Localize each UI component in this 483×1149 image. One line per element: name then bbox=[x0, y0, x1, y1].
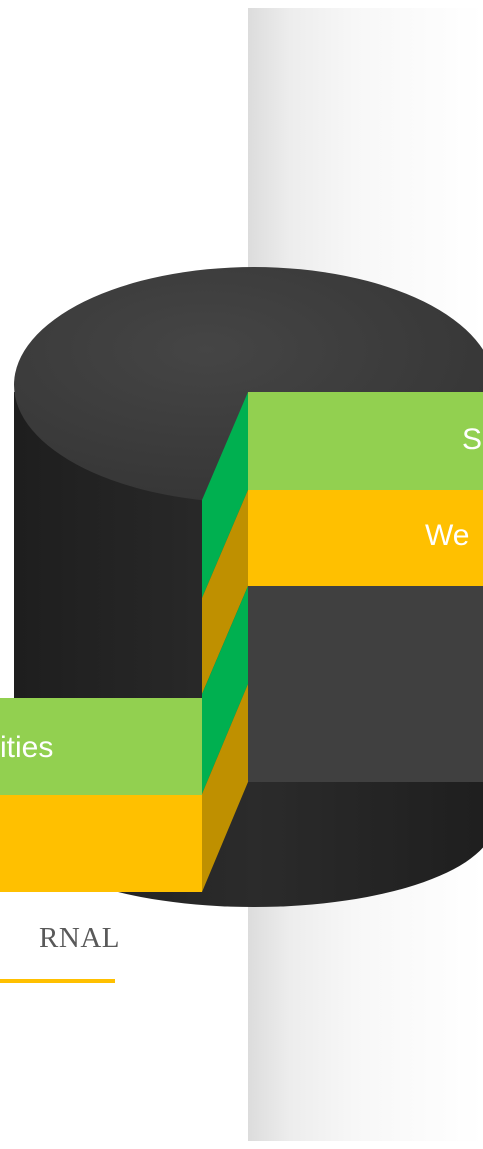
caption-text: RNAL bbox=[39, 922, 120, 954]
threats-layer bbox=[0, 795, 202, 892]
cylinder-diagram bbox=[0, 267, 483, 907]
weaknesses-label: We bbox=[425, 519, 470, 552]
strengths-layer bbox=[248, 392, 483, 490]
opportunities-label: ities bbox=[0, 731, 54, 764]
strengths-label: S bbox=[462, 423, 483, 456]
caption-underline bbox=[0, 979, 115, 983]
